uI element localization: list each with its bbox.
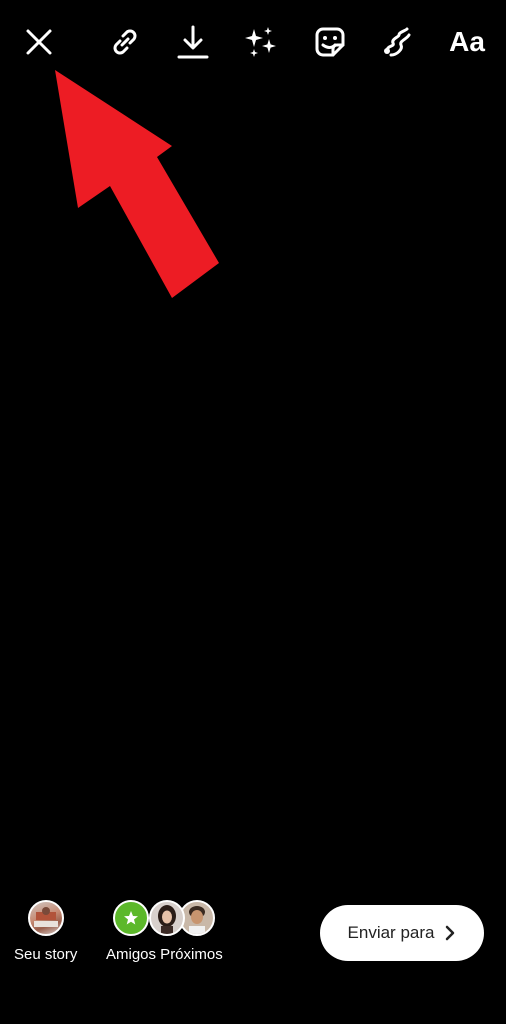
- close-friends-label: Amigos Próximos: [106, 946, 223, 963]
- your-story-target[interactable]: Seu story: [14, 900, 77, 963]
- text-tool-button[interactable]: Aa: [444, 20, 490, 64]
- close-friends-target[interactable]: Amigos Próximos: [106, 900, 223, 963]
- download-button[interactable]: [171, 20, 215, 64]
- sticker-icon: [315, 27, 345, 57]
- chevron-right-icon: [446, 925, 455, 941]
- send-to-button[interactable]: Enviar para: [320, 905, 484, 961]
- download-icon: [177, 25, 209, 59]
- friend-avatar-1: [149, 900, 186, 936]
- link-icon: [113, 29, 137, 55]
- your-story-avatar: [27, 900, 64, 936]
- person-photo-icon: [158, 905, 177, 934]
- red-arrow-shape: [55, 70, 219, 298]
- link-button[interactable]: [103, 20, 147, 64]
- draw-button[interactable]: [376, 20, 420, 64]
- share-bar: Seu story Amigos Próximos Enviar para: [0, 880, 506, 990]
- draw-icon: [384, 27, 411, 57]
- close-friends-avatars: [113, 900, 216, 936]
- star-icon: [124, 911, 139, 925]
- sparkles-icon: [245, 27, 276, 57]
- send-to-label: Enviar para: [347, 923, 435, 942]
- person-photo-icon: [189, 906, 206, 934]
- close-friends-badge: [113, 900, 150, 936]
- text-tool-label: Aa: [449, 26, 485, 57]
- your-story-label: Seu story: [14, 946, 78, 963]
- sticker-button[interactable]: [308, 20, 352, 64]
- profile-photo-icon: [33, 907, 58, 927]
- close-button[interactable]: [17, 20, 61, 64]
- close-icon: [26, 29, 52, 55]
- effects-button[interactable]: [239, 20, 283, 64]
- story-editor-toolbar: Aa: [0, 0, 506, 90]
